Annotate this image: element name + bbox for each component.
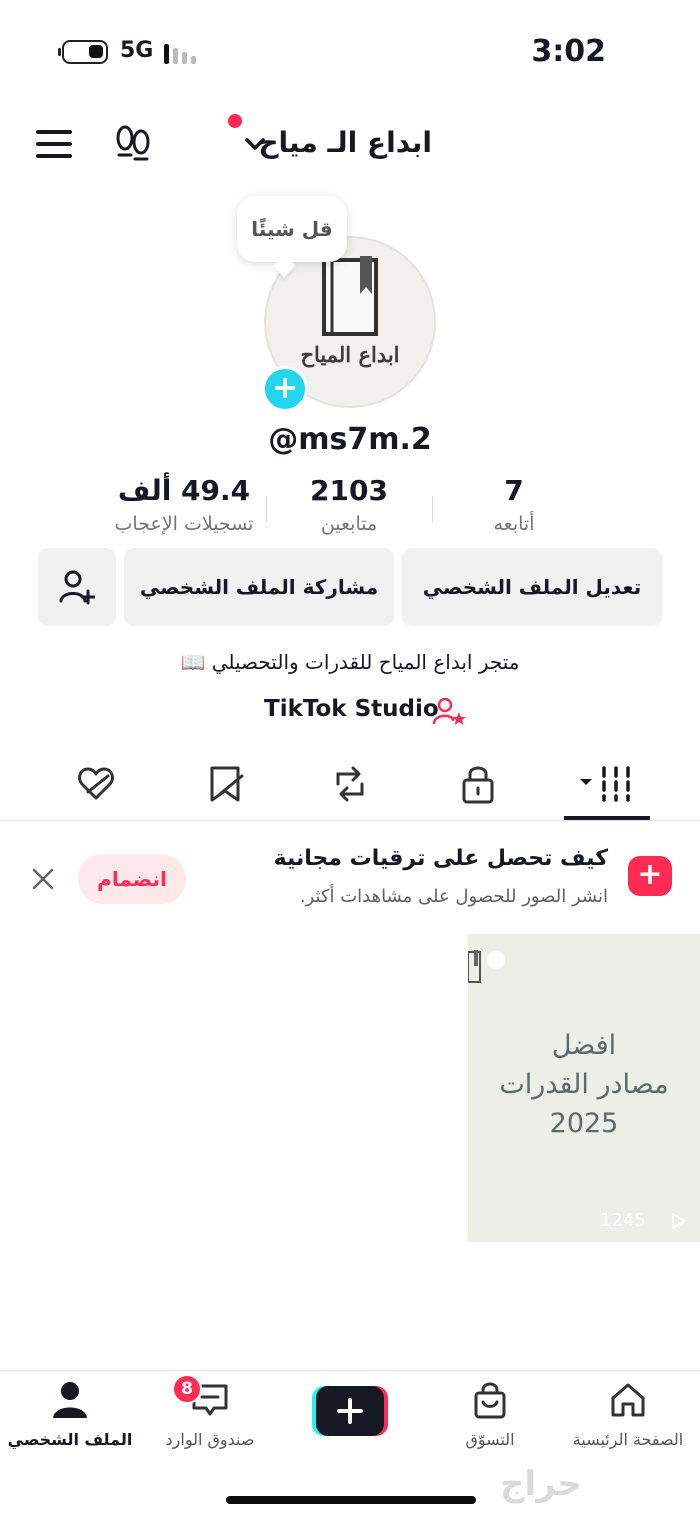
close-icon[interactable] <box>30 866 56 892</box>
followers-stat[interactable]: 2103 متابعين <box>259 474 439 535</box>
profile-icon <box>53 1382 87 1418</box>
following-stat[interactable]: 7 أتابعه <box>424 474 604 535</box>
add-user-icon <box>59 570 95 605</box>
shopping-bag-icon <box>474 1382 506 1419</box>
bottom-nav-divider <box>0 1370 700 1371</box>
say-something-bubble[interactable]: قل شيئًا <box>237 196 347 262</box>
home-indicator[interactable] <box>226 1496 476 1504</box>
likes-stat: 49.4 ألف تسجيلات الإعجاب <box>94 474 274 535</box>
nav-inbox-label: صندوق الوارد <box>165 1430 255 1449</box>
video-caption-line: 2025 <box>549 1108 619 1139</box>
signal-icon <box>164 42 204 64</box>
tab-liked[interactable] <box>74 762 118 806</box>
likes-label: تسجيلات الإعجاب <box>114 513 254 535</box>
tab-saved[interactable] <box>204 762 248 806</box>
avatar-text: ابداع المياح <box>300 342 400 367</box>
nav-inbox[interactable]: صندوق الوارد <box>140 1380 280 1460</box>
profile-bio: متجر ابداع المياح للقدرات والتحصيلي 📖 <box>180 650 520 674</box>
notification-dot <box>228 114 242 128</box>
nav-home[interactable]: الصفحة الرئيسية <box>558 1380 698 1460</box>
video-caption-line: مصادر القدرات <box>499 1069 669 1100</box>
followers-count: 2103 <box>310 474 388 507</box>
play-icon <box>672 1213 686 1229</box>
battery-icon <box>58 40 108 64</box>
tab-videos[interactable] <box>578 762 638 806</box>
promo-plus-icon: + <box>628 856 672 896</box>
following-label: أتابعه <box>493 513 535 535</box>
nav-shop[interactable]: التسوّق <box>420 1380 560 1460</box>
tiktok-studio-link[interactable]: TikTok Studio <box>264 696 439 722</box>
share-profile-button[interactable]: مشاركة الملف الشخصي <box>124 548 394 626</box>
add-story-button[interactable]: + <box>262 366 308 412</box>
footprints-icon[interactable] <box>114 124 152 164</box>
home-icon <box>611 1383 645 1417</box>
nav-profile-label: الملف الشخصي <box>7 1430 133 1449</box>
nav-home-label: الصفحة الرئيسية <box>572 1430 684 1449</box>
status-bar: 5G 3:02 <box>0 0 700 100</box>
status-time: 3:02 <box>531 34 606 69</box>
menu-icon[interactable] <box>36 130 72 158</box>
watermark: حراج <box>500 1464 582 1504</box>
tab-divider <box>0 820 700 821</box>
promo-title: كيف تحصل على ترقيات مجانية <box>273 846 608 871</box>
account-switcher-title[interactable]: ابداع الـ مياح <box>258 126 432 159</box>
followers-label: متابعين <box>320 513 378 535</box>
tab-reposts[interactable] <box>328 762 372 806</box>
video-thumbnail[interactable]: افضل مصادر القدرات 2025 1245 <box>468 934 700 1242</box>
edit-profile-button[interactable]: تعديل الملف الشخصي <box>402 548 662 626</box>
profile-handle: @ms7m.2 <box>268 422 432 457</box>
likes-count: 49.4 ألف <box>117 474 251 507</box>
video-caption: افضل مصادر القدرات 2025 <box>468 1026 700 1143</box>
creator-star-icon[interactable] <box>432 696 466 726</box>
book-logo-icon <box>322 256 378 336</box>
inbox-badge: 8 <box>172 1374 202 1404</box>
book-logo-icon <box>468 950 505 983</box>
video-caption-line: افضل <box>551 1030 617 1061</box>
create-button[interactable] <box>312 1386 388 1436</box>
tab-private[interactable] <box>456 762 500 806</box>
join-button[interactable]: انضمام <box>78 854 186 904</box>
following-count: 7 <box>504 474 524 507</box>
promo-subtitle: انشر الصور للحصول على مشاهدات أكثر. <box>299 886 608 907</box>
network-type: 5G <box>120 38 154 63</box>
nav-shop-label: التسوّق <box>465 1430 515 1449</box>
nav-profile[interactable]: الملف الشخصي <box>0 1380 140 1460</box>
add-friend-button[interactable] <box>38 548 116 626</box>
video-view-count: 1245 <box>600 1210 646 1231</box>
